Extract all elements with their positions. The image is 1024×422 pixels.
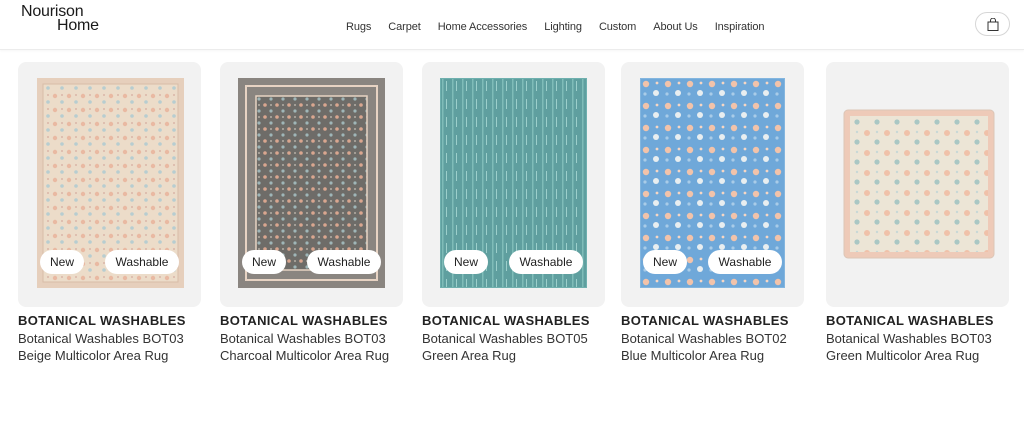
nav-custom[interactable]: Custom — [599, 21, 636, 33]
washable-badge: Washable — [509, 250, 583, 274]
product-title[interactable]: Botanical Washables BOT03 Charcoal Multi… — [220, 330, 410, 364]
product-image-tile[interactable]: New Washable — [621, 62, 804, 307]
product-brand: BOTANICAL WASHABLES — [18, 313, 186, 328]
washable-badge: Washable — [105, 250, 179, 274]
product-image-tile[interactable]: New Washable — [18, 62, 201, 307]
nav-lighting[interactable]: Lighting — [544, 21, 582, 33]
new-badge: New — [444, 250, 488, 274]
nav-inspiration[interactable]: Inspiration — [715, 21, 765, 33]
main-nav: Rugs Carpet Home Accessories Lighting Cu… — [346, 19, 781, 35]
product-image-tile[interactable] — [826, 62, 1009, 307]
logo-line-2: Home — [57, 17, 99, 34]
nav-carpet[interactable]: Carpet — [388, 21, 421, 33]
product-brand: BOTANICAL WASHABLES — [220, 313, 388, 328]
product-brand: BOTANICAL WASHABLES — [826, 313, 994, 328]
nourison-home-logo[interactable]: Nourison Home — [21, 3, 117, 37]
product-title[interactable]: Botanical Washables BOT05 Green Area Rug — [422, 330, 612, 364]
nav-about-us[interactable]: About Us — [653, 21, 698, 33]
rug-image — [843, 109, 995, 259]
nav-home-accessories[interactable]: Home Accessories — [438, 21, 528, 33]
new-badge: New — [643, 250, 687, 274]
cart-button[interactable] — [975, 12, 1010, 36]
nav-rugs[interactable]: Rugs — [346, 21, 371, 33]
site-header: Nourison Home Rugs Carpet Home Accessori… — [0, 0, 1024, 50]
washable-badge: Washable — [307, 250, 381, 274]
new-badge: New — [40, 250, 84, 274]
product-brand: BOTANICAL WASHABLES — [422, 313, 590, 328]
product-title[interactable]: Botanical Washables BOT03 Green Multicol… — [826, 330, 1016, 364]
product-title[interactable]: Botanical Washables BOT02 Blue Multicolo… — [621, 330, 811, 364]
new-badge: New — [242, 250, 286, 274]
product-title[interactable]: Botanical Washables BOT03 Beige Multicol… — [18, 330, 208, 364]
product-brand: BOTANICAL WASHABLES — [621, 313, 789, 328]
shopping-bag-icon — [987, 17, 998, 31]
washable-badge: Washable — [708, 250, 782, 274]
product-image-tile[interactable]: New Washable — [220, 62, 403, 307]
product-image-tile[interactable]: New Washable — [422, 62, 605, 307]
